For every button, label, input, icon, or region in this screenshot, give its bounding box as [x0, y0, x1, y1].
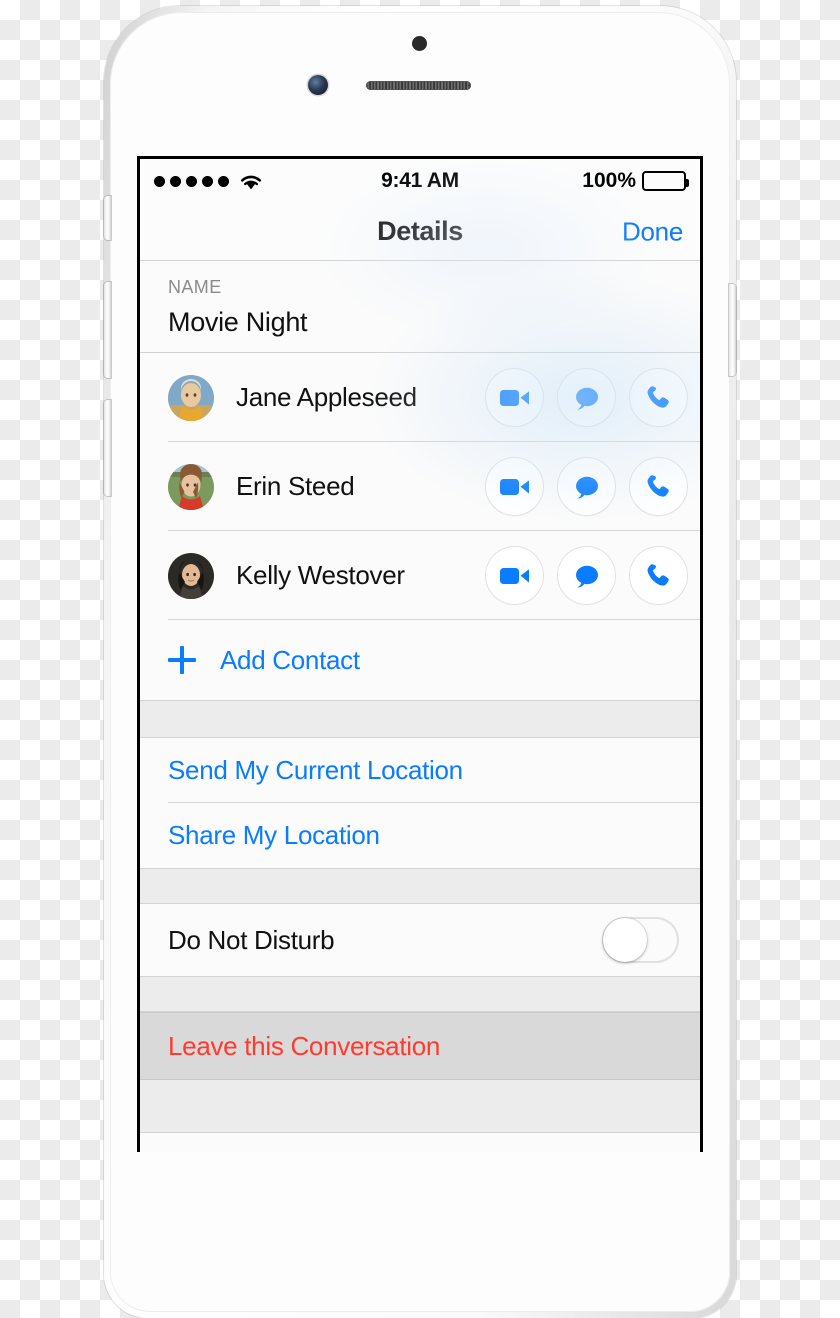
contact-actions	[486, 547, 700, 604]
contact-name: Erin Steed	[236, 471, 355, 501]
contact-name: Kelly Westover	[236, 560, 405, 590]
avatar-jane-appleseed	[168, 374, 214, 421]
share-my-location-button[interactable]: Share My Location	[140, 803, 700, 868]
status-bar-time: 9:41 AM	[381, 169, 459, 192]
done-button[interactable]: Done	[622, 216, 683, 247]
facetime-video-button[interactable]	[486, 369, 543, 426]
section-gap	[140, 1080, 700, 1133]
do-not-disturb-label: Do Not Disturb	[168, 924, 335, 955]
screen: 9:41 AM 100% Details Done NAME Movie Nig…	[140, 159, 700, 1152]
avatar-erin-steed	[168, 463, 214, 510]
name-field-label: NAME	[168, 277, 222, 297]
plus-icon	[168, 646, 196, 674]
bottom-filler	[140, 1133, 700, 1152]
contact-row[interactable]: Jane Appleseed	[140, 353, 700, 442]
message-button[interactable]	[558, 458, 615, 515]
volume-up-button[interactable]	[104, 282, 111, 378]
name-section: NAME Movie Night	[140, 261, 700, 353]
proximity-sensor-icon	[412, 36, 427, 51]
power-button[interactable]	[729, 284, 736, 376]
contact-row[interactable]: Erin Steed	[140, 442, 700, 531]
call-button[interactable]	[630, 458, 687, 515]
section-gap	[140, 976, 700, 1012]
device-screen-bezel: 9:41 AM 100% Details Done NAME Movie Nig…	[137, 156, 703, 1152]
contact-name: Jane Appleseed	[236, 382, 417, 412]
message-button[interactable]	[558, 547, 615, 604]
name-field-input[interactable]: Movie Night	[140, 307, 700, 338]
section-gap	[140, 700, 700, 738]
page-title: Details	[377, 216, 463, 246]
message-button[interactable]	[558, 369, 615, 426]
send-current-location-label: Send My Current Location	[168, 755, 463, 785]
dnd-section: Do Not Disturb	[140, 904, 700, 976]
navigation-bar: Details Done	[140, 203, 700, 261]
facetime-video-button[interactable]	[486, 547, 543, 604]
leave-conversation-button[interactable]: Leave this Conversation	[140, 1012, 700, 1080]
share-my-location-label: Share My Location	[168, 820, 380, 850]
send-current-location-button[interactable]: Send My Current Location	[140, 738, 700, 803]
ring-silent-switch[interactable]	[104, 196, 111, 240]
add-contact-label: Add Contact	[220, 644, 360, 675]
leave-conversation-label: Leave this Conversation	[168, 1030, 441, 1061]
volume-down-button[interactable]	[104, 400, 111, 496]
facetime-video-button[interactable]	[486, 458, 543, 515]
contact-actions	[486, 458, 700, 515]
contacts-section: Jane Appleseed Erin Steed Kelly Westover…	[140, 353, 700, 700]
do-not-disturb-toggle[interactable]	[602, 917, 679, 963]
contact-actions	[486, 369, 700, 426]
battery-full-icon	[642, 171, 689, 191]
call-button[interactable]	[630, 547, 687, 604]
call-button[interactable]	[630, 369, 687, 426]
add-contact-button[interactable]: Add Contact	[140, 620, 700, 700]
toggle-knob	[603, 918, 647, 962]
section-gap	[140, 868, 700, 904]
earpiece-speaker-icon	[366, 81, 471, 90]
status-bar: 9:41 AM 100%	[140, 159, 700, 203]
do-not-disturb-row[interactable]: Do Not Disturb	[140, 904, 700, 976]
front-camera-icon	[308, 75, 328, 95]
contact-row[interactable]: Kelly Westover	[140, 531, 700, 620]
avatar-kelly-westover	[168, 552, 214, 599]
location-section: Send My Current Location Share My Locati…	[140, 738, 700, 868]
